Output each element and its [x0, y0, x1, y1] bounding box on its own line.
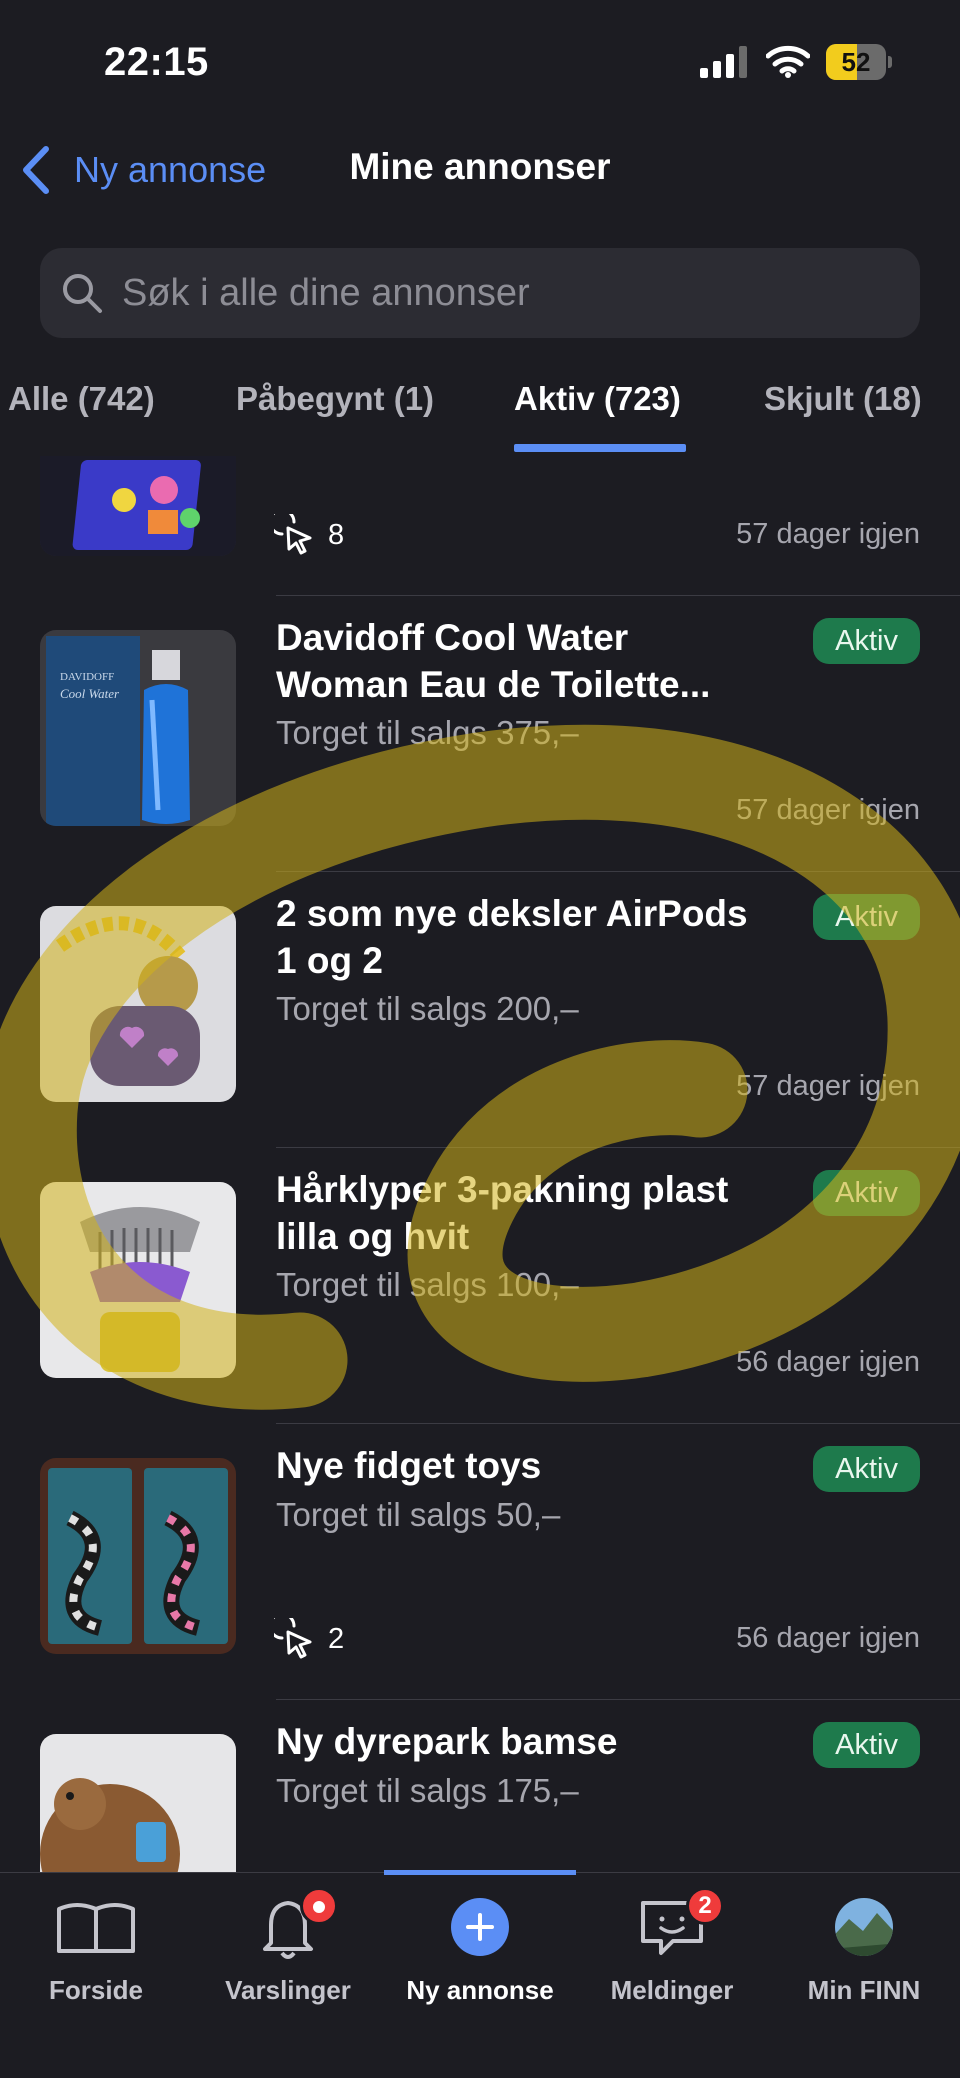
cursor-click-icon: [274, 514, 312, 555]
listing-thumbnail: [40, 1458, 236, 1654]
click-count-value: 8: [328, 518, 345, 551]
listing-list[interactable]: 8 57 dager igjen DAVIDOFF Cool Water Dav…: [0, 456, 960, 1872]
status-badge: Aktiv: [813, 618, 920, 664]
days-left: 57 dager igjen: [736, 794, 920, 826]
tab-varslinger[interactable]: Varslinger: [192, 1873, 384, 2005]
battery-percent: 52: [841, 47, 871, 77]
search-bar[interactable]: [40, 248, 920, 338]
tab-min-finn[interactable]: Min FINN: [768, 1873, 960, 2005]
listing-title: Davidoff Cool Water Woman Eau de Toilett…: [276, 617, 711, 705]
cursor-click-icon: [274, 1618, 312, 1659]
list-item[interactable]: Ny dyrepark bamse Torget til salgs 175,–…: [0, 1700, 960, 1872]
listing-price: Torget til salgs 375,–: [276, 714, 579, 751]
notification-dot: [300, 1887, 338, 1925]
tab-label: Min FINN: [807, 1975, 921, 2005]
status-badge: Aktiv: [813, 1170, 920, 1216]
days-left: 56 dager igjen: [736, 1622, 920, 1654]
listing-price: Torget til salgs 50,–: [276, 1496, 561, 1533]
tab-all[interactable]: Alle (742): [8, 380, 155, 418]
days-left: 57 dager igjen: [736, 1070, 920, 1102]
svg-text:DAVIDOFF: DAVIDOFF: [60, 671, 114, 683]
tab-label: Ny annonse: [406, 1975, 554, 2005]
status-badge: Aktiv: [813, 1446, 920, 1492]
listing-title: Ny dyrepark bamse: [276, 1721, 618, 1762]
status-badge: Aktiv: [813, 1722, 920, 1768]
listing-title: Nye fidget toys: [276, 1445, 542, 1486]
bottom-tab-bar: Forside Varslinger Ny annonse 2 Meldinge…: [0, 1870, 960, 2078]
page-title-text: Mine annonser: [349, 146, 611, 187]
listing-thumbnail: [40, 1182, 236, 1378]
search-input[interactable]: [122, 271, 882, 315]
tab-ny-annonse[interactable]: Ny annonse: [384, 1873, 576, 2005]
click-count: 2: [274, 1618, 344, 1660]
cellular-signal-icon: [700, 46, 747, 78]
tab-started[interactable]: Påbegynt (1): [236, 380, 434, 418]
list-item[interactable]: DAVIDOFF Cool Water Davidoff Cool Water …: [0, 596, 960, 872]
listing-thumbnail: [40, 906, 236, 1102]
status-bar: 22:15 52: [0, 0, 960, 120]
status-badge: Aktiv: [813, 894, 920, 940]
plus-icon: [451, 1898, 509, 1956]
tab-active[interactable]: Aktiv (723): [514, 380, 681, 418]
tab-label: Varslinger: [225, 1975, 351, 2005]
tab-meldinger[interactable]: 2 Meldinger: [576, 1873, 768, 2005]
page-title: Mine annonser: [0, 146, 960, 188]
profile-avatar: [835, 1898, 893, 1956]
wifi-icon: [766, 45, 810, 78]
status-tabs: Alle (742) Påbegynt (1) Aktiv (723) Skju…: [0, 370, 960, 454]
tab-label: Forside: [49, 1975, 143, 2005]
status-time: 22:15: [104, 40, 209, 84]
click-count: 8: [274, 514, 344, 556]
tab-forside[interactable]: Forside: [0, 1873, 192, 2005]
listing-thumbnail: [40, 456, 236, 556]
listing-thumbnail: DAVIDOFF Cool Water: [40, 630, 236, 826]
list-item[interactable]: Nye fidget toys Torget til salgs 50,– Ak…: [0, 1424, 960, 1700]
message-count-badge: 2: [686, 1887, 724, 1925]
list-item[interactable]: 2 som nye deksler AirPods 1 og 2 Torget …: [0, 872, 960, 1148]
search-icon: [63, 274, 102, 313]
listing-thumbnail: [40, 1734, 236, 1872]
days-left: 57 dager igjen: [736, 518, 920, 550]
click-count-value: 2: [328, 1622, 345, 1655]
listing-price: Torget til salgs 200,–: [276, 990, 579, 1027]
listing-title: Hårklyper 3-pakning plast lilla og hvit: [276, 1169, 729, 1257]
days-left: 56 dager igjen: [736, 1346, 920, 1378]
listing-price: Torget til salgs 100,–: [276, 1266, 579, 1303]
listing-price: Torget til salgs 175,–: [276, 1772, 579, 1809]
tab-label: Meldinger: [610, 1975, 734, 2005]
svg-text:Cool Water: Cool Water: [60, 686, 120, 701]
book-icon: [57, 1903, 135, 1953]
active-tab-indicator: [514, 444, 686, 452]
list-item[interactable]: Hårklyper 3-pakning plast lilla og hvit …: [0, 1148, 960, 1424]
list-item[interactable]: 8 57 dager igjen: [0, 456, 960, 596]
tab-hidden[interactable]: Skjult (18): [764, 380, 922, 418]
listing-title: 2 som nye deksler AirPods 1 og 2: [276, 893, 748, 981]
battery-indicator: 52: [826, 44, 892, 80]
